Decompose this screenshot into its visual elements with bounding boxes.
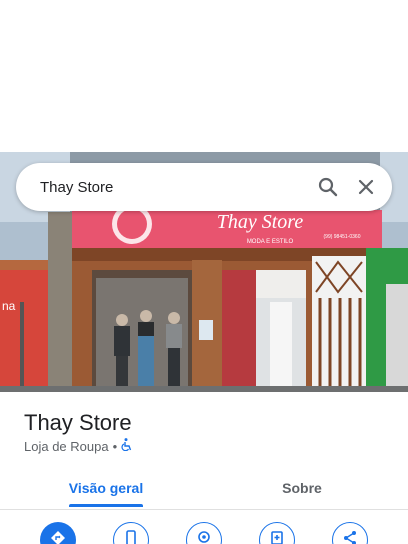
wheelchair-accessible-icon [121,438,133,454]
search-icon[interactable] [316,175,340,199]
close-icon[interactable] [354,175,378,199]
search-input[interactable]: Thay Store [40,179,316,196]
nearby-button[interactable] [186,522,222,544]
save-button[interactable] [259,522,295,544]
directions-button[interactable] [40,522,76,544]
separator-dot: • [112,438,118,454]
call-button[interactable] [113,522,149,544]
sign-phone: (99) 98451-0360 [324,234,361,240]
place-subtitle: Loja de Roupa • [24,438,133,454]
maps-place-page: na Thay Store MODA E ESTILO (99) 98451-0… [0,0,408,544]
sign-tagline: MODA E ESTILO [247,239,294,245]
place-name: Thay Store [24,410,132,435]
search-bar: Thay Store [16,163,392,211]
phone-icon [124,529,138,544]
sign-store-name: Thay Store [217,211,304,233]
save-icon [269,530,285,544]
neighbor-sign-text: na [2,299,16,313]
tab-bar: Visão geral Sobre [0,466,408,510]
directions-icon [50,530,66,544]
place-category: Loja de Roupa [24,438,109,454]
tab-selected-indicator [69,504,143,507]
location-icon [196,530,212,544]
share-button[interactable] [332,522,368,544]
action-row [0,522,408,544]
share-icon [342,530,358,544]
tab-about[interactable]: Sobre [236,466,368,510]
